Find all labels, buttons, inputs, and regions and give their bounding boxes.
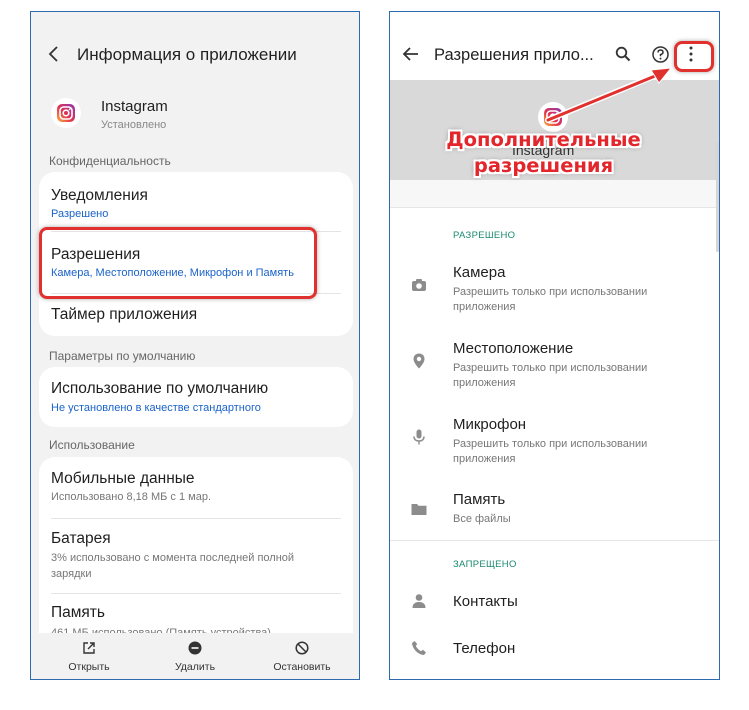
annotation-line-2: разрешения [473, 154, 614, 177]
annotation-arrow-icon [545, 67, 673, 123]
annotation-line-1: Дополнительные [446, 128, 641, 151]
annotation-label: Дополнительные разрешения [440, 127, 647, 179]
